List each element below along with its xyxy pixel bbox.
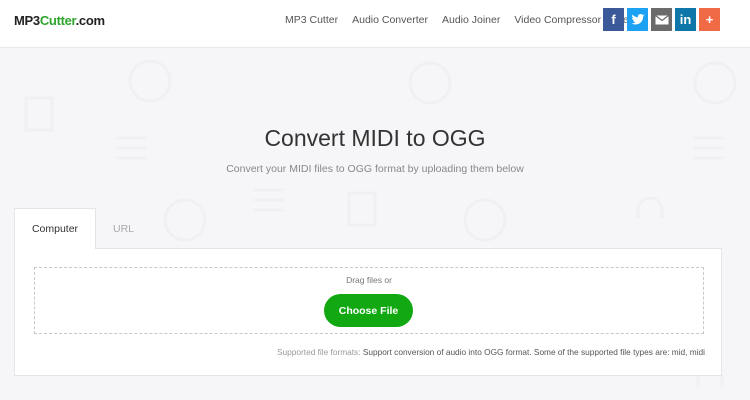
social-share-bar: f in + xyxy=(603,8,720,31)
tab-url[interactable]: URL xyxy=(96,208,151,249)
choose-file-button[interactable]: Choose File xyxy=(324,294,413,327)
nav-audio-converter[interactable]: Audio Converter xyxy=(352,14,428,26)
upload-panel: Drag files or Choose File Supported file… xyxy=(14,248,722,376)
logo-text-cutter: Cutter xyxy=(39,13,76,28)
linkedin-icon[interactable]: in xyxy=(675,8,696,31)
supported-formats: Supported file formats: Support conversi… xyxy=(277,347,705,357)
document-icon xyxy=(347,191,377,227)
music-note-icon xyxy=(463,198,507,242)
logo-text-mp3: MP3 xyxy=(14,13,40,28)
nav-video-compressor[interactable]: Video Compressor xyxy=(514,14,601,26)
site-logo[interactable]: MP3Cutter.com xyxy=(14,13,105,28)
supported-formats-label: Supported file formats: xyxy=(277,347,361,357)
drag-files-text: Drag files or xyxy=(346,275,392,285)
mail-icon[interactable] xyxy=(651,8,672,31)
page-subtitle: Convert your MIDI files to OGG format by… xyxy=(226,163,524,175)
plus-icon[interactable]: + xyxy=(699,8,720,31)
supported-formats-value: Support conversion of audio into OGG for… xyxy=(362,347,705,357)
headphones-icon xyxy=(636,196,664,218)
nav-audio-joiner[interactable]: Audio Joiner xyxy=(442,14,500,26)
music-note-icon xyxy=(163,198,207,242)
music-note-icon xyxy=(128,59,172,103)
nav-mp3-cutter[interactable]: MP3 Cutter xyxy=(285,14,338,26)
equalizer-icon xyxy=(254,188,284,212)
music-note-icon xyxy=(408,61,452,105)
logo-text-domain: .com xyxy=(75,13,105,28)
page-title: Convert MIDI to OGG xyxy=(264,125,486,151)
file-dropzone[interactable]: Drag files or Choose File xyxy=(34,267,704,334)
main-nav: MP3 Cutter Audio Converter Audio Joiner … xyxy=(285,14,651,26)
facebook-icon[interactable]: f xyxy=(603,8,624,31)
music-note-icon xyxy=(693,61,737,105)
tab-computer[interactable]: Computer xyxy=(14,208,96,249)
twitter-icon[interactable] xyxy=(627,8,648,31)
top-header: MP3Cutter.com MP3 Cutter Audio Converter… xyxy=(0,0,750,48)
